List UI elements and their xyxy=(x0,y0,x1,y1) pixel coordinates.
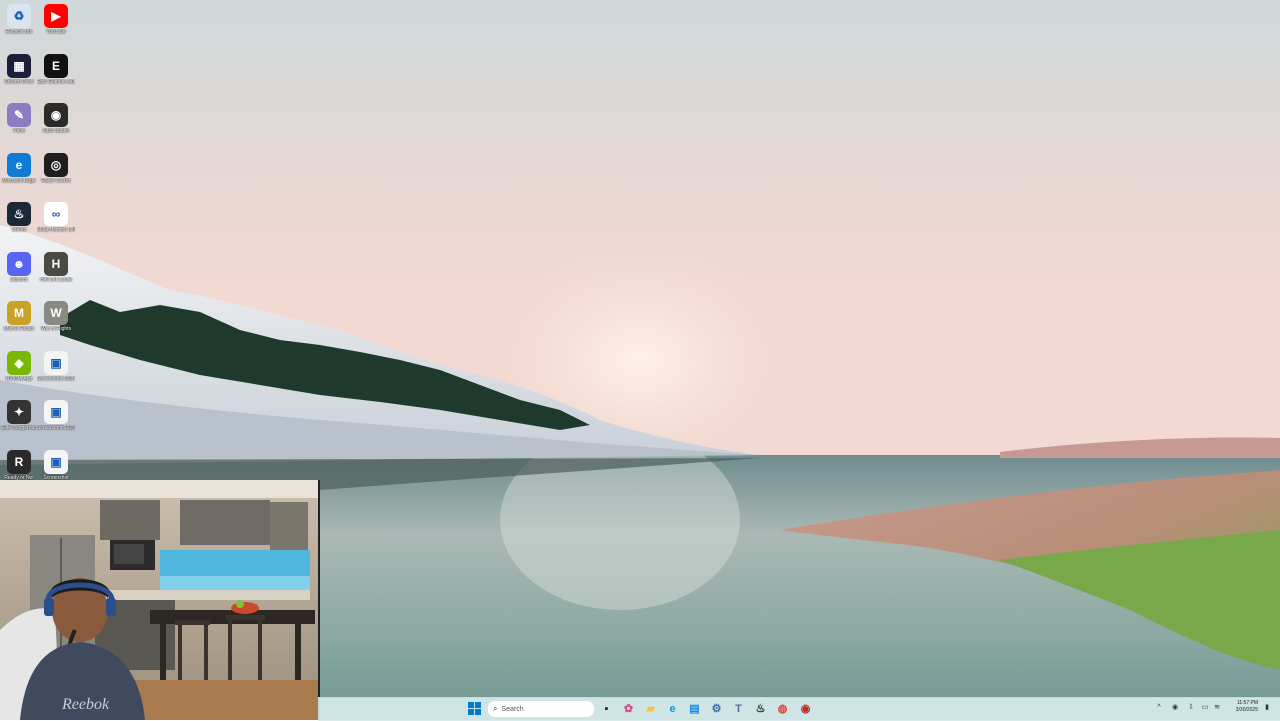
razer-icon: ◎ xyxy=(44,152,68,177)
desktop-shortcut[interactable]: M Marvel Rivals xyxy=(0,301,38,332)
desktop-shortcut[interactable]: ◎ Razer Cortex xyxy=(37,152,75,184)
desktop-shortcut[interactable]: e Microsoft Edge xyxy=(0,152,38,184)
desktop-shortcut[interactable]: EEpic Games Launcher xyxy=(37,53,75,85)
teams-icon: T xyxy=(735,702,742,715)
desktop-shortcut-label: NVIDIA App xyxy=(5,375,33,382)
recycle-bin-icon: ♻ xyxy=(7,4,31,28)
teams-button[interactable]: T xyxy=(730,700,747,717)
marvel-rivals-icon: M xyxy=(7,301,31,325)
chevron-up-icon[interactable]: ^ xyxy=(1154,702,1164,712)
search-placeholder: Search xyxy=(501,705,524,713)
webcam-feed xyxy=(0,480,318,720)
elite-dangerous-icon: ✦ xyxy=(7,400,31,424)
discord-icon: ☻ xyxy=(7,251,31,276)
drive-tray-icon[interactable]: ▭ xyxy=(1200,702,1210,712)
webcam-overlay: Reebok xyxy=(0,480,320,720)
desktop-shortcut-label: Recycle Bin xyxy=(5,29,33,35)
obs-icon: ◉ xyxy=(800,703,811,715)
steam-button[interactable]: ♨ xyxy=(752,700,769,717)
desktop-shortcut-label: Razer Cortex xyxy=(41,177,71,184)
obs-icon: ◉ xyxy=(44,103,68,127)
edge-button[interactable]: e xyxy=(664,700,681,717)
settings-button[interactable]: ⚙ xyxy=(708,700,725,717)
image-file-icon: ▣ xyxy=(44,400,68,424)
store-icon: ▤ xyxy=(689,703,700,715)
task-view-button[interactable]: ▪ xyxy=(598,700,615,717)
desktop-shortcut[interactable]: ∞ Meta Horizon Link xyxy=(37,202,75,233)
desktop-shortcut-label: Microsoft Edge xyxy=(2,177,36,184)
desktop-shortcut-label: Screenshot 2025-03-... xyxy=(37,425,75,431)
image-file-icon: ▣ xyxy=(44,449,68,474)
paint-icon: ✎ xyxy=(7,103,31,127)
clock-time: 11:57 PM xyxy=(1236,700,1258,706)
steam-icon: ♨ xyxy=(7,202,31,226)
copilot-button[interactable]: ✿ xyxy=(620,700,637,717)
settings-icon: ⚙ xyxy=(711,703,722,715)
desktop-shortcut[interactable]: ✦ Elite Dangerous xyxy=(0,400,38,431)
desktop-shortcut[interactable]: ▣Screenshot 2025-03-... xyxy=(37,350,75,382)
desktop-shortcut-label: YouTube xyxy=(46,29,66,35)
epic-games-icon: E xyxy=(44,53,68,78)
taskbar-clock[interactable]: 11:57 PM 3/30/2025 xyxy=(1226,700,1258,714)
chrome-button[interactable]: ◍ xyxy=(774,700,791,717)
obs-button[interactable]: ◉ xyxy=(797,700,814,717)
ready-or-not-icon: R xyxy=(7,449,31,474)
desktop-shortcut[interactable]: W War of Rights xyxy=(37,301,75,332)
game-hll-icon: H xyxy=(44,251,68,276)
desktop-shortcut[interactable]: ▦ Stream Deck xyxy=(0,53,38,85)
desktop-shortcut[interactable]: ♻ Recycle Bin xyxy=(0,4,38,35)
clock-date: 3/30/2025 xyxy=(1235,707,1258,713)
usb-tray-icon[interactable]: ⇩ xyxy=(1186,702,1196,712)
edge-icon: e xyxy=(669,702,676,715)
meta-icon: ∞ xyxy=(44,202,68,226)
desktop-shortcut[interactable]: H Hell Let Loose xyxy=(37,251,75,283)
stream-deck-icon: ▦ xyxy=(7,53,31,78)
desktop-shortcut[interactable]: ◉ OBS Studio xyxy=(37,103,75,134)
desktop-shortcut-label: Paint xyxy=(13,128,25,134)
desktop-shortcut[interactable]: ▶ YouTube xyxy=(37,4,75,35)
desktop-shortcut-label: Marvel Rivals xyxy=(3,326,34,332)
desktop-shortcut[interactable]: ☻ Discord xyxy=(0,251,38,283)
war-of-rights-icon: W xyxy=(44,301,68,325)
desktop-shortcut-label: Discord xyxy=(10,276,28,283)
desktop-shortcut[interactable]: ▣ Screenshot xyxy=(37,449,75,481)
chrome-icon: ◍ xyxy=(777,703,788,715)
desktop-shortcut-label: War of Rights xyxy=(40,326,72,332)
search-icon: ⌕ xyxy=(493,704,498,713)
network-tray-icon[interactable]: ◉ xyxy=(1170,702,1180,712)
notification-bell-icon[interactable]: ▮ xyxy=(1262,702,1272,712)
shirt-logo-text: Reebok xyxy=(62,696,110,713)
desktop-shortcut-label: OBS Studio xyxy=(42,128,70,134)
desktop-shortcut[interactable]: R Ready or Not xyxy=(0,449,38,481)
task-view-icon: ▪ xyxy=(604,702,609,715)
start-button[interactable] xyxy=(466,700,483,717)
desktop-shortcut-label: Meta Horizon Link xyxy=(37,227,75,233)
steam-icon: ♨ xyxy=(755,703,766,715)
folder-icon: ▰ xyxy=(646,703,655,715)
youtube-icon: ▶ xyxy=(44,4,68,28)
desktop-shortcut-label: Stream Deck xyxy=(4,78,34,85)
windows-icon xyxy=(468,702,481,715)
image-file-icon: ▣ xyxy=(44,350,68,375)
store-button[interactable]: ▤ xyxy=(686,700,703,717)
desktop-shortcut[interactable]: ♨ Steam xyxy=(0,202,38,233)
desktop-shortcut[interactable]: ▣Screenshot 2025-03-... xyxy=(37,400,75,431)
desktop-shortcut-label: Screenshot 2025-03-... xyxy=(37,375,75,382)
desktop-shortcut-label: Steam xyxy=(11,227,27,233)
edge-icon: e xyxy=(7,152,31,177)
desktop-shortcut-label: Elite Dangerous xyxy=(1,425,37,431)
wifi-icon[interactable]: ≋ xyxy=(1212,702,1222,712)
file-explorer-button[interactable]: ▰ xyxy=(642,700,659,717)
desktop-shortcut-label: Hell Let Loose xyxy=(40,276,72,283)
desktop-shortcut[interactable]: ◈ NVIDIA App xyxy=(0,350,38,382)
nvidia-icon: ◈ xyxy=(7,350,31,375)
desktop-shortcut[interactable]: ✎ Paint xyxy=(0,103,38,134)
taskbar-search-box[interactable]: ⌕ Search xyxy=(487,700,595,718)
copilot-icon: ✿ xyxy=(623,703,634,715)
desktop-shortcut-label: Epic Games Launcher xyxy=(37,78,75,85)
